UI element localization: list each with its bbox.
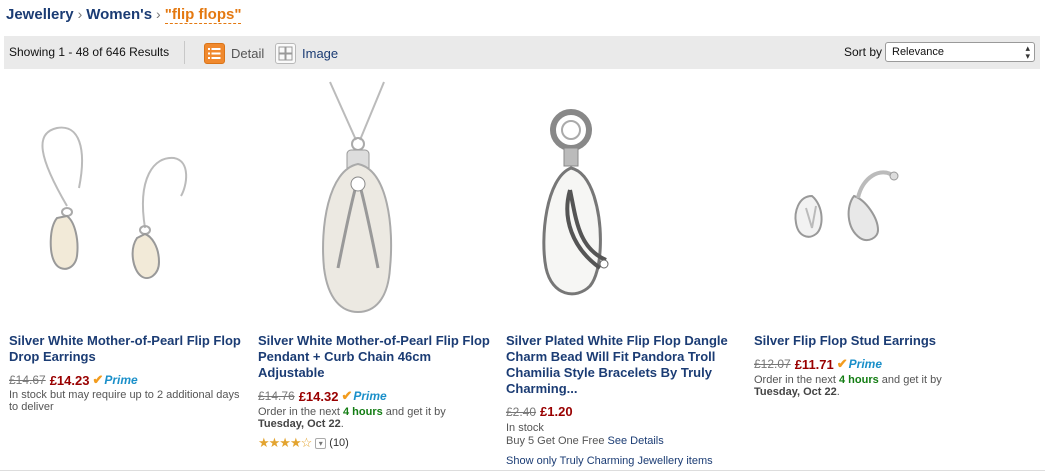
breadcrumb-search-query: "flip flops" (164, 6, 242, 24)
product-card: Silver White Mother-of-Pearl Flip Flop D… (9, 78, 249, 413)
promo-offer: Buy 5 Get One Free See Details (506, 435, 664, 447)
price-line: £2.40 £1.20 (506, 404, 576, 419)
product-image[interactable] (258, 78, 498, 316)
product-card: Silver Plated White Flip Flop Dangle Cha… (506, 78, 746, 467)
availability-text: In stock (506, 422, 544, 434)
availability-text: In stock but may require up to 2 additio… (9, 389, 240, 413)
product-card: Silver White Mother-of-Pearl Flip Flop P… (258, 78, 498, 450)
product-title[interactable]: Silver Plated White Flip Flop Dangle Cha… (506, 333, 746, 397)
rating[interactable]: ★★★★☆ ▾ (10) (258, 435, 349, 451)
list-price: £2.40 (506, 404, 537, 419)
prime-badge: ✔ Prime (836, 356, 883, 371)
price-line: £14.76 £14.32 ✔ Prime (258, 388, 387, 404)
product-title[interactable]: Silver Flip Flop Stud Earrings (754, 333, 994, 349)
prime-check-icon: ✔ (341, 388, 353, 403)
star-rating-icon: ★★★★☆ (258, 435, 312, 450)
product-title[interactable]: Silver White Mother-of-Pearl Flip Flop P… (258, 333, 498, 381)
prime-check-icon: ✔ (92, 372, 104, 387)
sale-price: £1.20 (540, 404, 573, 419)
detail-view-button[interactable]: Detail (204, 42, 264, 64)
sort-by-label: Sort by (844, 45, 883, 59)
detail-view-label: Detail (231, 45, 265, 61)
delivery-estimate: Order in the next 4 hours and get it by … (754, 374, 942, 398)
price-line: £12.07 £11.71 ✔ Prime (754, 356, 882, 372)
chevron-down-icon[interactable]: ▾ (315, 437, 327, 449)
product-image[interactable] (506, 78, 746, 316)
sort-select[interactable]: Relevance ▴ ▾ (885, 42, 1035, 62)
image-view-label: Image (302, 45, 339, 61)
prime-badge: ✔ Prime (92, 372, 138, 387)
price-line: £14.67 £14.23 ✔ Prime (9, 372, 138, 388)
product-card: Silver Flip Flop Stud Earrings £12.07 £1… (754, 78, 994, 398)
image-view-button[interactable]: Image (275, 42, 338, 64)
sale-price: £14.23 (49, 372, 90, 388)
results-count: Showing 1 - 48 of 646 Results (9, 45, 170, 59)
brand-filter-link[interactable]: Show only Truly Charming Jewellery items (506, 455, 713, 467)
list-price: £14.67 (9, 373, 46, 387)
list-price: £14.76 (258, 389, 295, 403)
toolbar-divider (184, 41, 185, 64)
grid-view-icon (275, 42, 296, 64)
select-arrows-icon: ▴ ▾ (1025, 43, 1030, 61)
prime-badge: ✔ Prime (341, 388, 387, 403)
product-title[interactable]: Silver White Mother-of-Pearl Flip Flop D… (9, 333, 249, 365)
breadcrumb-separator: › (156, 6, 161, 22)
sale-price: £14.32 (298, 388, 339, 404)
divider (0, 470, 1045, 471)
list-price: £12.07 (754, 357, 791, 371)
product-image[interactable] (9, 78, 249, 316)
sort-select-value: Relevance (892, 46, 944, 58)
prime-check-icon: ✔ (836, 356, 848, 371)
list-view-icon (204, 42, 225, 64)
breadcrumb-jewellery[interactable]: Jewellery (6, 6, 74, 23)
delivery-estimate: Order in the next 4 hours and get it by … (258, 406, 446, 430)
product-image[interactable] (754, 78, 994, 316)
breadcrumb: Jewellery › Women's › "flip flops" (6, 6, 242, 24)
sale-price: £11.71 (794, 356, 834, 372)
breadcrumb-womens[interactable]: Women's (86, 6, 152, 23)
results-toolbar: Showing 1 - 48 of 646 Results Detail Ima… (4, 36, 1040, 69)
review-count[interactable]: (10) (329, 437, 349, 449)
breadcrumb-separator: › (77, 6, 83, 22)
see-details-link[interactable]: See Details (608, 435, 664, 447)
